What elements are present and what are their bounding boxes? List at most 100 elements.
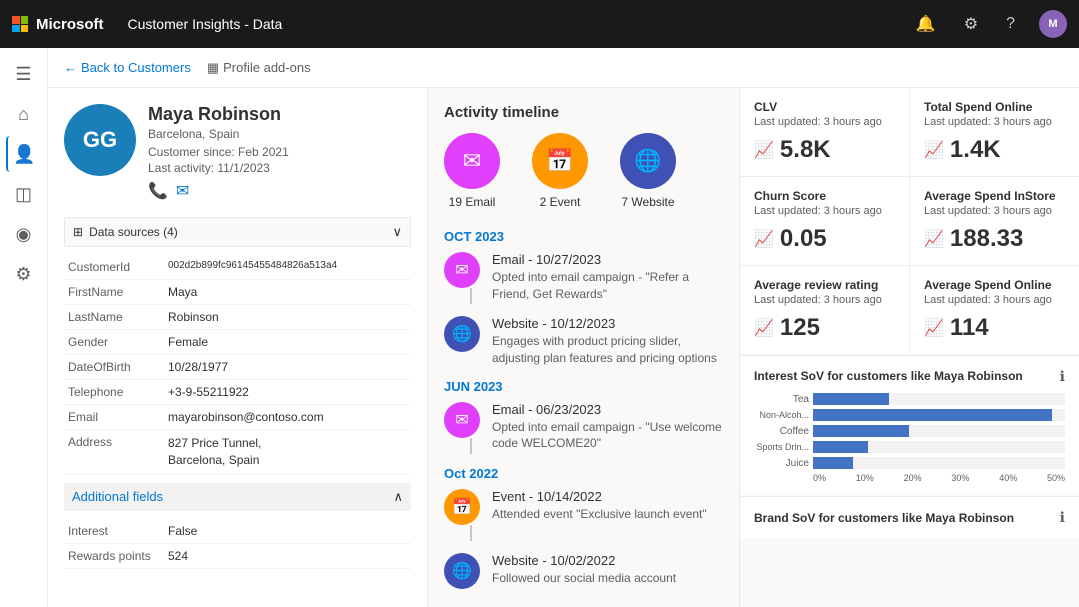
field-key: Email	[64, 405, 164, 430]
timeline-item: 📅 Event - 10/14/2022 Attended event "Exc…	[444, 489, 723, 541]
user-avatar[interactable]: M	[1039, 10, 1067, 38]
metric-value: 📈 1.4K	[924, 136, 1065, 164]
right-panel: CLV Last updated: 3 hours ago 📈 5.8K Tot…	[739, 88, 1079, 607]
metric-value: 📈 125	[754, 314, 895, 342]
profile-addons-icon: ▦	[207, 60, 219, 76]
metric-updated: Last updated: 3 hours ago	[924, 205, 1065, 217]
bar-row: Coffee	[754, 425, 1065, 437]
website-circle-icon: 🌐	[620, 133, 676, 189]
metric-number: 188.33	[950, 225, 1023, 253]
email-action-icon[interactable]: ✉	[176, 181, 189, 201]
phone-icon[interactable]: 📞	[148, 181, 168, 201]
table-row: Address 827 Price Tunnel,Barcelona, Spai…	[64, 430, 411, 475]
timeline-website-dot: 🌐	[444, 553, 480, 589]
bar-row: Tea	[754, 393, 1065, 405]
info-icon[interactable]: ℹ	[1060, 368, 1065, 385]
timeline-item-desc: Engages with product pricing slider, adj…	[492, 333, 723, 367]
additional-fields-header[interactable]: Additional fields ∧	[64, 483, 411, 511]
timeline-email-dot: ✉	[444, 402, 480, 438]
metric-clv: CLV Last updated: 3 hours ago 📈 5.8K	[740, 88, 909, 176]
metric-title: Average Spend Online	[924, 278, 1065, 292]
field-key: Gender	[64, 330, 164, 355]
bar-label: Tea	[754, 394, 809, 405]
profile-actions: 📞 ✉	[148, 181, 289, 201]
timeline-section-oct2023: OCT 2023 ✉ Email - 10/27/2023 Opted into…	[444, 229, 723, 367]
notification-icon[interactable]: 🔔	[916, 14, 936, 34]
metrics-grid: CLV Last updated: 3 hours ago 📈 5.8K Tot…	[740, 88, 1079, 354]
metric-avg-spend-instore: Average Spend InStore Last updated: 3 ho…	[910, 177, 1079, 265]
table-row: CustomerId 002d2b899fc96145455484826a513…	[64, 255, 411, 280]
nav-measures[interactable]: ◉	[6, 216, 42, 252]
activity-website-summary: 🌐 7 Website	[620, 133, 676, 209]
back-to-customers[interactable]: ← Back to Customers	[64, 60, 191, 75]
left-nav: ☰ ⌂ 👤 ◫ ◉ ⚙	[0, 48, 48, 607]
nav-segments[interactable]: ◫	[6, 176, 42, 212]
field-key: DateOfBirth	[64, 355, 164, 380]
field-key: Address	[64, 430, 164, 475]
profile-last-activity: Last activity: 11/1/2023	[148, 161, 289, 175]
timeline-email-dot: ✉	[444, 252, 480, 288]
metric-number: 1.4K	[950, 136, 1001, 164]
back-arrow-icon: ←	[64, 60, 77, 75]
nav-settings[interactable]: ⚙	[6, 256, 42, 292]
app-title: Customer Insights - Data	[128, 16, 283, 32]
timeline-item: ✉ Email - 10/27/2023 Opted into email ca…	[444, 252, 723, 304]
field-value-link[interactable]: 827 Price Tunnel,Barcelona, Spain	[164, 430, 411, 475]
brand-sov-section: Brand SoV for customers like Maya Robins…	[740, 496, 1079, 538]
field-value: Maya	[164, 280, 411, 305]
table-row: Telephone +3-9-55211922	[64, 380, 411, 405]
timeline-item-title: Website - 10/12/2023	[492, 316, 723, 331]
nav-customers[interactable]: 👤	[6, 136, 42, 172]
field-value-link[interactable]: +3-9-55211922	[164, 380, 411, 405]
metric-updated: Last updated: 3 hours ago	[754, 294, 895, 306]
metric-avg-spend-online: Average Spend Online Last updated: 3 hou…	[910, 266, 1079, 354]
profile-location: Barcelona, Spain	[148, 127, 289, 141]
metric-updated: Last updated: 3 hours ago	[754, 116, 895, 128]
profile-addons-link[interactable]: ▦ Profile add-ons	[207, 60, 311, 76]
bar-fill	[813, 457, 853, 469]
metric-title: Average Spend InStore	[924, 189, 1065, 203]
metric-value: 📈 188.33	[924, 225, 1065, 253]
nav-home[interactable]: ⌂	[6, 96, 42, 132]
additional-fields-label: Additional fields	[72, 489, 163, 504]
bar-fill	[813, 409, 1052, 421]
bar-row: Sports Drin...	[754, 441, 1065, 453]
metric-title: Total Spend Online	[924, 100, 1065, 114]
field-value: 10/28/1977	[164, 355, 411, 380]
help-icon[interactable]: ?	[1006, 15, 1015, 33]
email-circle-icon: ✉	[444, 133, 500, 189]
timeline-month: Oct 2022	[444, 466, 723, 481]
timeline-item-title: Email - 06/23/2023	[492, 402, 723, 417]
profile-addons-label: Profile add-ons	[223, 60, 310, 75]
data-sources-icon: ⊞	[73, 225, 83, 239]
brand-info-icon[interactable]: ℹ	[1060, 509, 1065, 526]
activity-icons: ✉ 19 Email 📅 2 Event 🌐 7 Website	[444, 133, 723, 209]
metric-updated: Last updated: 3 hours ago	[924, 294, 1065, 306]
profile-info: Maya Robinson Barcelona, Spain Customer …	[148, 104, 289, 201]
main-area: ← Back to Customers ▦ Profile add-ons GG…	[48, 48, 1079, 607]
avatar: GG	[64, 104, 136, 176]
email-count-label: 19 Email	[449, 195, 496, 209]
metric-churn-score: Churn Score Last updated: 3 hours ago 📈 …	[740, 177, 909, 265]
bar-fill	[813, 425, 909, 437]
metric-number: 5.8K	[780, 136, 831, 164]
bar-fill	[813, 393, 889, 405]
table-row: DateOfBirth 10/28/1977	[64, 355, 411, 380]
timeline-item: ✉ Email - 06/23/2023 Opted into email ca…	[444, 402, 723, 454]
timeline-item-desc: Followed our social media account	[492, 570, 723, 587]
bar-label: Coffee	[754, 426, 809, 437]
field-value: Female	[164, 330, 411, 355]
timeline-content: Website - 10/12/2023 Engages with produc…	[492, 316, 723, 367]
nav-menu[interactable]: ☰	[6, 56, 42, 92]
left-panel: GG Maya Robinson Barcelona, Spain Custom…	[48, 88, 428, 607]
field-value: mayarobinson@contoso.com	[164, 405, 411, 430]
bar-fill	[813, 441, 868, 453]
bar-track	[813, 393, 1065, 405]
back-label: Back to Customers	[81, 60, 191, 75]
microsoft-logo: Microsoft	[12, 16, 104, 33]
timeline-item-desc: Opted into email campaign - "Refer a Fri…	[492, 269, 723, 303]
metric-title: CLV	[754, 100, 895, 114]
settings-icon[interactable]: ⚙	[964, 14, 978, 34]
data-sources-header[interactable]: ⊞ Data sources (4) ∨	[64, 217, 411, 247]
trend-up-icon: 📈	[754, 318, 774, 338]
